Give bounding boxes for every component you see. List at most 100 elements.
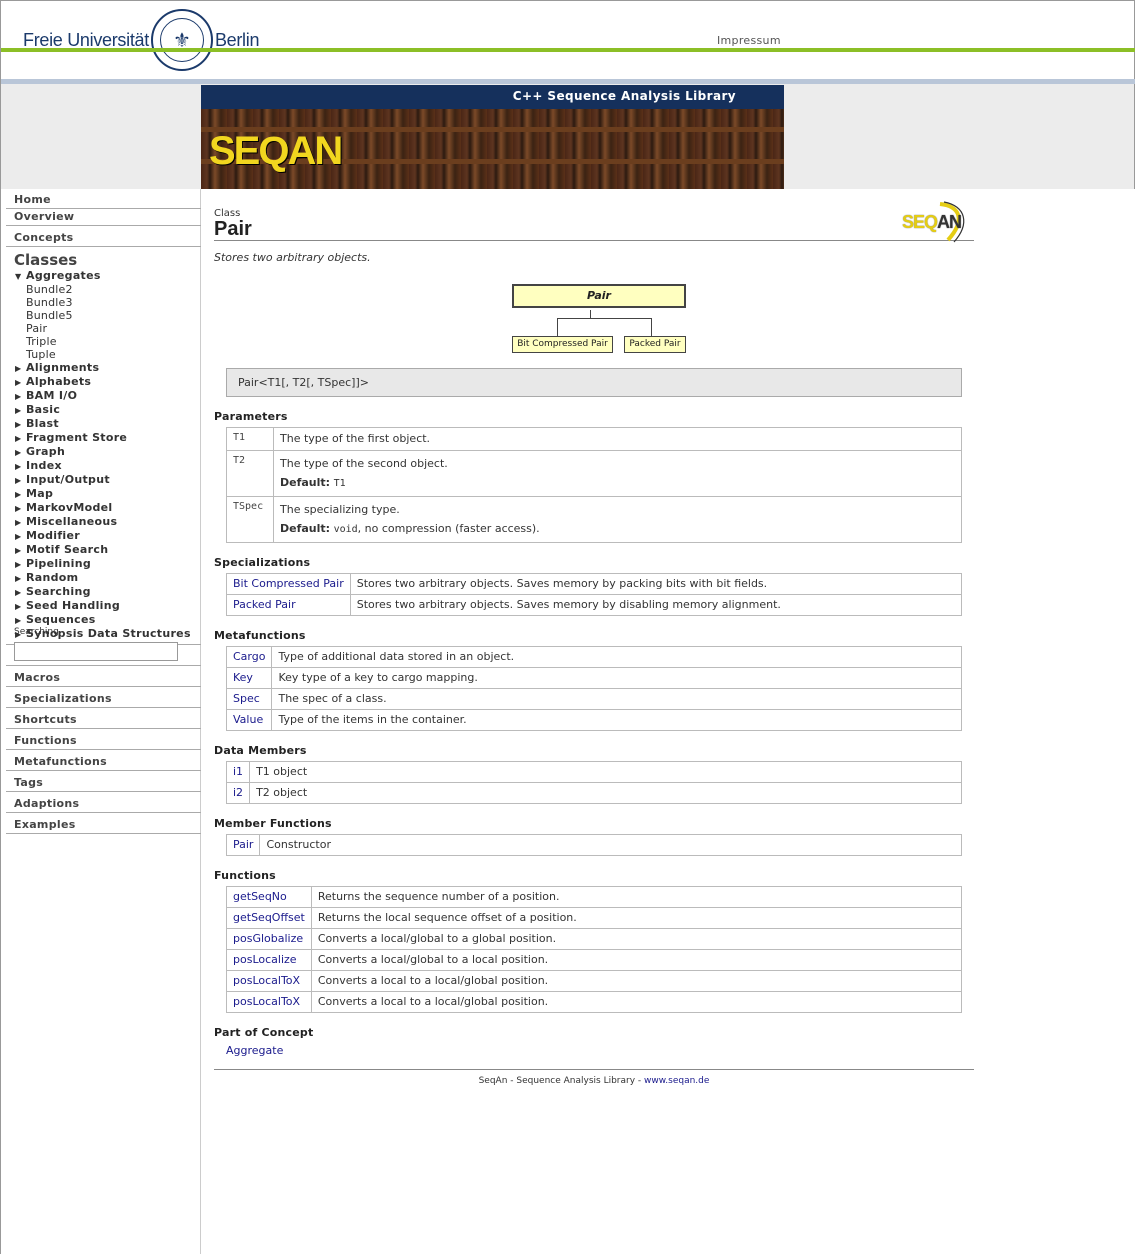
sidebar-item-macros[interactable]: Macros — [6, 670, 201, 687]
sidebar-group[interactable]: ▶ Alphabets — [1, 375, 200, 389]
diagram-box-bit-compressed-pair[interactable]: Bit Compressed Pair — [512, 336, 613, 353]
sidebar-group[interactable]: ▶ Fragment Store — [1, 431, 200, 445]
sidebar-group[interactable]: ▶ Random — [1, 571, 200, 585]
sidebar-group[interactable]: ▶ Modifier — [1, 529, 200, 543]
specialization-link[interactable]: Bit Compressed Pair — [233, 577, 344, 590]
sidebar-item-concepts[interactable]: Concepts — [6, 230, 201, 247]
triangle-right-icon: ▶ — [15, 560, 22, 569]
sidebar-group[interactable]: ▶ Sequences — [1, 613, 200, 627]
sidebar-subitem[interactable]: Bundle2 — [1, 283, 200, 296]
sidebar-group-label: Pipelining — [26, 557, 92, 570]
data-member-link[interactable]: i2 — [233, 786, 243, 799]
triangle-right-icon: ▶ — [15, 434, 22, 443]
metafunction-link[interactable]: Spec — [233, 692, 260, 705]
sidebar-group-label: Alphabets — [26, 375, 92, 388]
footer-divider — [214, 1069, 974, 1070]
member-functions-table: Pair Constructor — [225, 834, 962, 856]
sidebar-group[interactable]: ▶ Graph — [1, 445, 200, 459]
sidebar-group[interactable]: ▶ Searching — [1, 585, 200, 599]
sidebar-item-metafunctions[interactable]: Metafunctions — [6, 754, 201, 771]
sidebar-group[interactable]: ▶ Seed Handling — [1, 599, 200, 613]
member-functions-heading: Member Functions — [214, 817, 332, 830]
functions-heading: Functions — [214, 869, 276, 882]
desc-cell: Converts a local to a local/global posit… — [310, 991, 963, 1013]
name-cell: Value — [225, 709, 273, 731]
triangle-right-icon: ▶ — [15, 448, 22, 457]
sidebar-item-overview[interactable]: Overview — [6, 209, 201, 226]
site-header: Freie Universität ⚜ Berlin Impressum — [0, 0, 1135, 85]
metafunction-link[interactable]: Value — [233, 713, 263, 726]
name-cell: posLocalize — [226, 949, 312, 971]
triangle-right-icon: ▶ — [15, 476, 22, 485]
sidebar-group[interactable]: ▶ Pipelining — [1, 557, 200, 571]
sidebar-group-label: MarkovModel — [26, 501, 113, 514]
seqan-mini-logo: SEQAN — [900, 200, 974, 244]
concept-link-aggregate[interactable]: Aggregate — [226, 1044, 974, 1057]
function-link[interactable]: getSeqOffset — [233, 911, 305, 924]
sidebar-group-aggregates[interactable]: ▼ Aggregates — [1, 269, 200, 283]
triangle-right-icon: ▶ — [15, 420, 22, 429]
metafunction-link[interactable]: Key — [233, 671, 253, 684]
fu-seal-icon: ⚜ — [150, 9, 213, 71]
sidebar-group[interactable]: ▶ Input/Output — [1, 473, 200, 487]
param-desc-text: The type of the second object. — [280, 457, 448, 470]
impressum-link[interactable]: Impressum — [717, 34, 781, 47]
diagram-box-packed-pair[interactable]: Packed Pair — [624, 336, 686, 353]
default-label: Default: — [280, 522, 331, 535]
sidebar-group[interactable]: ▶ Index — [1, 459, 200, 473]
sidebar-group[interactable]: ▶ Alignments — [1, 361, 200, 375]
sidebar-bottom-items: EnumsMacrosSpecializationsShortcutsFunct… — [1, 649, 201, 834]
param-name: TSpec — [226, 496, 274, 543]
main-content: Class Pair SEQAN Stores two arbitrary ob… — [214, 201, 974, 1086]
param-name: T1 — [226, 427, 274, 451]
data-member-link[interactable]: i1 — [233, 765, 243, 778]
desc-cell: Returns the sequence number of a positio… — [310, 886, 963, 908]
desc-cell: Type of additional data stored in an obj… — [271, 646, 962, 668]
sidebar-item-examples[interactable]: Examples — [6, 817, 201, 834]
sidebar-item-shortcuts[interactable]: Shortcuts — [6, 712, 201, 729]
metafunction-link[interactable]: Cargo — [233, 650, 265, 663]
sidebar-subitem[interactable]: Bundle5 — [1, 309, 200, 322]
sidebar-group-label: Searching — [26, 585, 91, 598]
diagram-box-pair[interactable]: Pair — [512, 284, 686, 308]
specializations-heading: Specializations — [214, 556, 311, 569]
sidebar-item-adaptions[interactable]: Adaptions — [6, 796, 201, 813]
function-link[interactable]: posLocalToX — [233, 974, 300, 987]
triangle-right-icon: ▶ — [15, 490, 22, 499]
table-row: Packed Pair Stores two arbitrary objects.… — [226, 594, 963, 616]
desc-cell: Key type of a key to cargo mapping. — [271, 667, 962, 689]
fu-berlin-logo[interactable]: Freie Universität ⚜ Berlin — [23, 9, 259, 71]
sidebar-subitem[interactable]: Triple — [1, 335, 200, 348]
specialization-link[interactable]: Packed Pair — [233, 598, 296, 611]
sidebar-item-specializations[interactable]: Specializations — [6, 691, 201, 708]
function-link[interactable]: posLocalize — [233, 953, 297, 966]
sidebar-group-label: Seed Handling — [26, 599, 121, 612]
sidebar-group[interactable]: ▶ Map — [1, 487, 200, 501]
sidebar-group[interactable]: ▶ Basic — [1, 403, 200, 417]
footer-link[interactable]: www.seqan.de — [644, 1076, 709, 1086]
sidebar-item-classes[interactable]: Classes — [6, 251, 200, 269]
seqan-logo: SEQAN — [209, 129, 343, 173]
sidebar-subitem[interactable]: Pair — [1, 322, 200, 335]
triangle-right-icon: ▶ — [15, 546, 22, 555]
function-link[interactable]: posGlobalize — [233, 932, 303, 945]
sidebar-subitem[interactable]: Bundle3 — [1, 296, 200, 309]
function-link[interactable]: getSeqNo — [233, 890, 287, 903]
footer-text: SeqAn - Sequence Analysis Library - — [478, 1076, 645, 1086]
metafunctions-table: Cargo Type of additional data stored in a… — [225, 646, 962, 731]
sidebar-group[interactable]: ▶ BAM I/O — [1, 389, 200, 403]
member-function-link[interactable]: Pair — [233, 838, 253, 851]
function-link[interactable]: posLocalToX — [233, 995, 300, 1008]
banner-title: C++ Sequence Analysis Library — [201, 85, 784, 109]
sidebar-group[interactable]: ▶ Blast — [1, 417, 200, 431]
sidebar-subitem[interactable]: Tuple — [1, 348, 200, 361]
sidebar-item-functions[interactable]: Functions — [6, 733, 201, 750]
sidebar-item-tags[interactable]: Tags — [6, 775, 201, 792]
sidebar-item-home[interactable]: Home — [6, 192, 201, 209]
sidebar-group[interactable]: ▶ Motif Search — [1, 543, 200, 557]
table-row: getSeqOffset Returns the local sequence o… — [226, 907, 963, 929]
sidebar-group[interactable]: ▶ Miscellaneous — [1, 515, 200, 529]
search-input[interactable] — [14, 642, 178, 661]
sidebar-group[interactable]: ▶ MarkovModel — [1, 501, 200, 515]
seqan-banner: C++ Sequence Analysis Library SEQAN — [201, 85, 784, 189]
